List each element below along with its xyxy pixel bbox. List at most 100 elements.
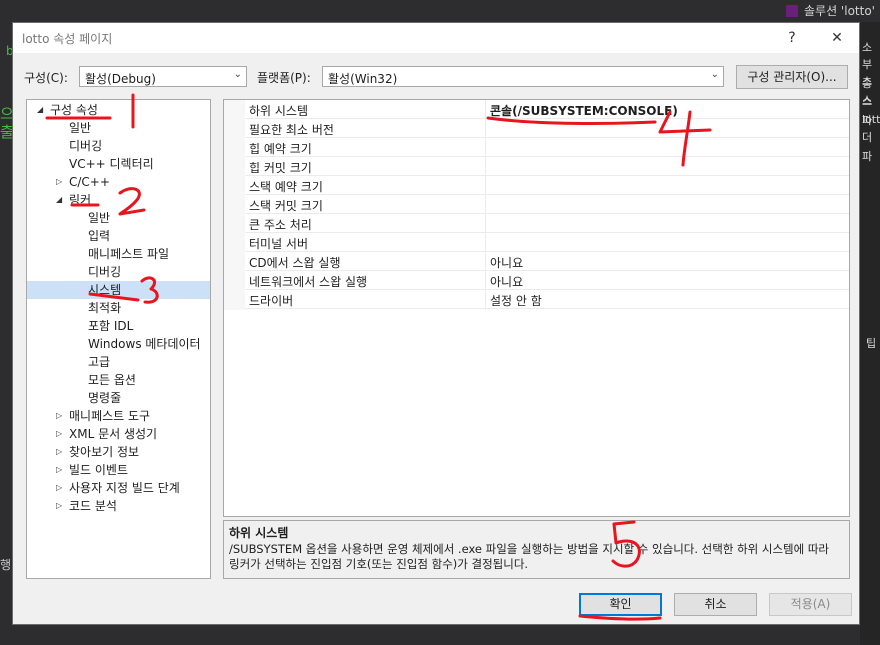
bg-fragment: lotto — [862, 113, 880, 126]
property-name: CD에서 스왑 실행 — [249, 256, 341, 270]
collapse-arrow-icon[interactable]: ◢ — [56, 191, 66, 209]
tree-item[interactable]: 디버깅 — [27, 137, 210, 155]
property-name: 스택 예약 크기 — [249, 180, 323, 194]
expand-arrow-icon[interactable]: ▷ — [56, 479, 66, 497]
tree-item[interactable]: ▷ 매니페스트 도구 — [27, 407, 210, 425]
expand-arrow-icon[interactable]: ▷ — [56, 173, 66, 191]
tree-item-label: 일반 — [69, 121, 92, 135]
property-row[interactable]: 드라이버 설정 안 함 — [224, 290, 849, 309]
tree-item-label: 찾아보기 정보 — [69, 445, 140, 459]
close-button[interactable]: ✕ — [815, 23, 859, 53]
description-title: 하위 시스템 — [229, 526, 289, 540]
expand-arrow-icon[interactable]: ▷ — [56, 497, 66, 515]
property-row[interactable]: 스택 커밋 크기 — [224, 195, 849, 214]
tree-item[interactable]: 모든 옵션 — [27, 371, 210, 389]
tree-item[interactable]: ▷ 사용자 지정 빌드 단계 — [27, 479, 210, 497]
tree-item-label: 구성 속성 — [50, 103, 98, 117]
tree-item-label: 빌드 이벤트 — [69, 463, 129, 477]
expand-arrow-icon[interactable]: ▷ — [56, 443, 66, 461]
property-tree[interactable]: ◢ 구성 속성 일반 디버깅 VC++ 디렉터리 ▷ C/C++ ◢ 링커 일반 입력 매니페스트 파… — [26, 99, 211, 579]
property-name: 터미널 서버 — [249, 237, 309, 251]
property-name: 드라이버 — [249, 294, 294, 308]
property-name: 필요한 최소 버전 — [249, 123, 334, 137]
tree-item-label: VC++ 디렉터리 — [69, 157, 154, 171]
tree-item-label: Windows 메타데이터 — [88, 337, 201, 351]
solution-explorer-item[interactable]: 솔루션 'lotto' — [786, 2, 875, 19]
config-manager-button[interactable]: 구성 관리자(O)... — [736, 65, 848, 89]
tree-item-label: 입력 — [88, 229, 111, 243]
tree-item-label: 시스템 — [88, 283, 122, 297]
property-value[interactable]: 콘솔(/SUBSYSTEM:CONSOLE) — [490, 102, 678, 119]
ok-button[interactable]: 확인 — [579, 593, 662, 616]
tree-item-label: 사용자 지정 빌드 단계 — [69, 481, 180, 495]
tree-item-label: 디버깅 — [69, 139, 103, 153]
tree-item-label: 디버깅 — [88, 265, 122, 279]
platform-label: 플랫폼(P): — [257, 71, 311, 85]
property-name: 스택 커밋 크기 — [249, 199, 323, 213]
tree-item[interactable]: ◢ 구성 속성 — [27, 101, 210, 119]
title-bar: lotto 속성 페이지 ? ✕ — [13, 23, 859, 53]
tree-item[interactable]: Windows 메타데이터 — [27, 335, 210, 353]
tree-item[interactable]: 입력 — [27, 227, 210, 245]
tree-item[interactable]: 디버깅 — [27, 263, 210, 281]
ide-background-top — [0, 0, 880, 22]
tree-item[interactable]: VC++ 디렉터리 — [27, 155, 210, 173]
expand-arrow-icon[interactable]: ▷ — [56, 407, 66, 425]
property-row[interactable]: 힙 커밋 크기 — [224, 157, 849, 176]
tree-item[interactable]: 시스템 — [27, 281, 210, 299]
tree-item-label: XML 문서 생성기 — [69, 427, 158, 441]
tree-item-label: 포함 IDL — [88, 319, 134, 333]
bg-fragment: 팁 — [866, 337, 877, 350]
config-select[interactable]: 활성(Debug) ⌄ — [79, 66, 247, 87]
property-row[interactable]: 큰 주소 처리 — [224, 214, 849, 233]
tree-item-label: 명령줄 — [88, 391, 122, 405]
help-button[interactable]: ? — [770, 23, 814, 53]
property-name: 하위 시스템 — [249, 104, 309, 118]
collapse-arrow-icon[interactable]: ◢ — [37, 101, 47, 119]
expand-arrow-icon[interactable]: ▷ — [56, 461, 66, 479]
property-name: 힙 커밋 크기 — [249, 161, 312, 175]
property-row[interactable]: 힙 예약 크기 — [224, 138, 849, 157]
solution-icon — [786, 5, 798, 17]
tree-item-label: 링커 — [69, 193, 92, 207]
chevron-down-icon: ⌄ — [233, 69, 242, 80]
tree-item[interactable]: 명령줄 — [27, 389, 210, 407]
property-row[interactable]: 하위 시스템 콘솔(/SUBSYSTEM:CONSOLE) — [224, 100, 849, 119]
tree-item[interactable]: 일반 — [27, 119, 210, 137]
property-row[interactable]: CD에서 스왑 실행 아니요 — [224, 252, 849, 271]
apply-button[interactable]: 적용(A) — [769, 593, 852, 616]
tree-item[interactable]: 매니페스트 파일 — [27, 245, 210, 263]
tree-item[interactable]: ▷ 빌드 이벤트 — [27, 461, 210, 479]
property-value[interactable]: 설정 안 함 — [490, 292, 542, 309]
tree-item[interactable]: 포함 IDL — [27, 317, 210, 335]
tree-item[interactable]: 최적화 — [27, 299, 210, 317]
tree-item[interactable]: 고급 — [27, 353, 210, 371]
chevron-down-icon: ⌄ — [710, 69, 719, 80]
tree-item[interactable]: ▷ 코드 분석 — [27, 497, 210, 515]
tree-item-label: 코드 분석 — [69, 499, 117, 513]
description-panel: 하위 시스템 /SUBSYSTEM 옵션을 사용하면 운영 체제에서 .exe … — [223, 520, 850, 579]
property-row[interactable]: 필요한 최소 버전 — [224, 119, 849, 138]
platform-select[interactable]: 활성(Win32) ⌄ — [322, 66, 724, 87]
tree-item[interactable]: ◢ 링커 — [27, 191, 210, 209]
bg-fragment: 더 파 — [862, 131, 873, 163]
property-value[interactable]: 아니요 — [490, 254, 523, 271]
tree-item-label: 모든 옵션 — [88, 373, 136, 387]
cancel-button[interactable]: 취소 — [674, 593, 757, 616]
tree-item[interactable]: 일반 — [27, 209, 210, 227]
tree-item[interactable]: ▷ 찾아보기 정보 — [27, 443, 210, 461]
property-name: 네트워크에서 스왑 실행 — [249, 275, 368, 289]
tree-item[interactable]: ▷ XML 문서 생성기 — [27, 425, 210, 443]
property-row[interactable]: 네트워크에서 스왑 실행 아니요 — [224, 271, 849, 290]
tree-item-label: 매니페스트 도구 — [69, 409, 151, 423]
expand-arrow-icon[interactable]: ▷ — [56, 425, 66, 443]
property-value[interactable]: 아니요 — [490, 273, 523, 290]
tree-item[interactable]: ▷ C/C++ — [27, 173, 210, 191]
config-label: 구성(C): — [24, 71, 68, 85]
property-grid[interactable]: 하위 시스템 콘솔(/SUBSYSTEM:CONSOLE) 필요한 최소 버전 힙 예… — [223, 99, 850, 517]
tree-item-label: 고급 — [88, 355, 111, 369]
bg-fragment: 행 — [0, 558, 12, 572]
property-row[interactable]: 터미널 서버 — [224, 233, 849, 252]
property-row[interactable]: 스택 예약 크기 — [224, 176, 849, 195]
tree-item-label: C/C++ — [69, 175, 110, 189]
